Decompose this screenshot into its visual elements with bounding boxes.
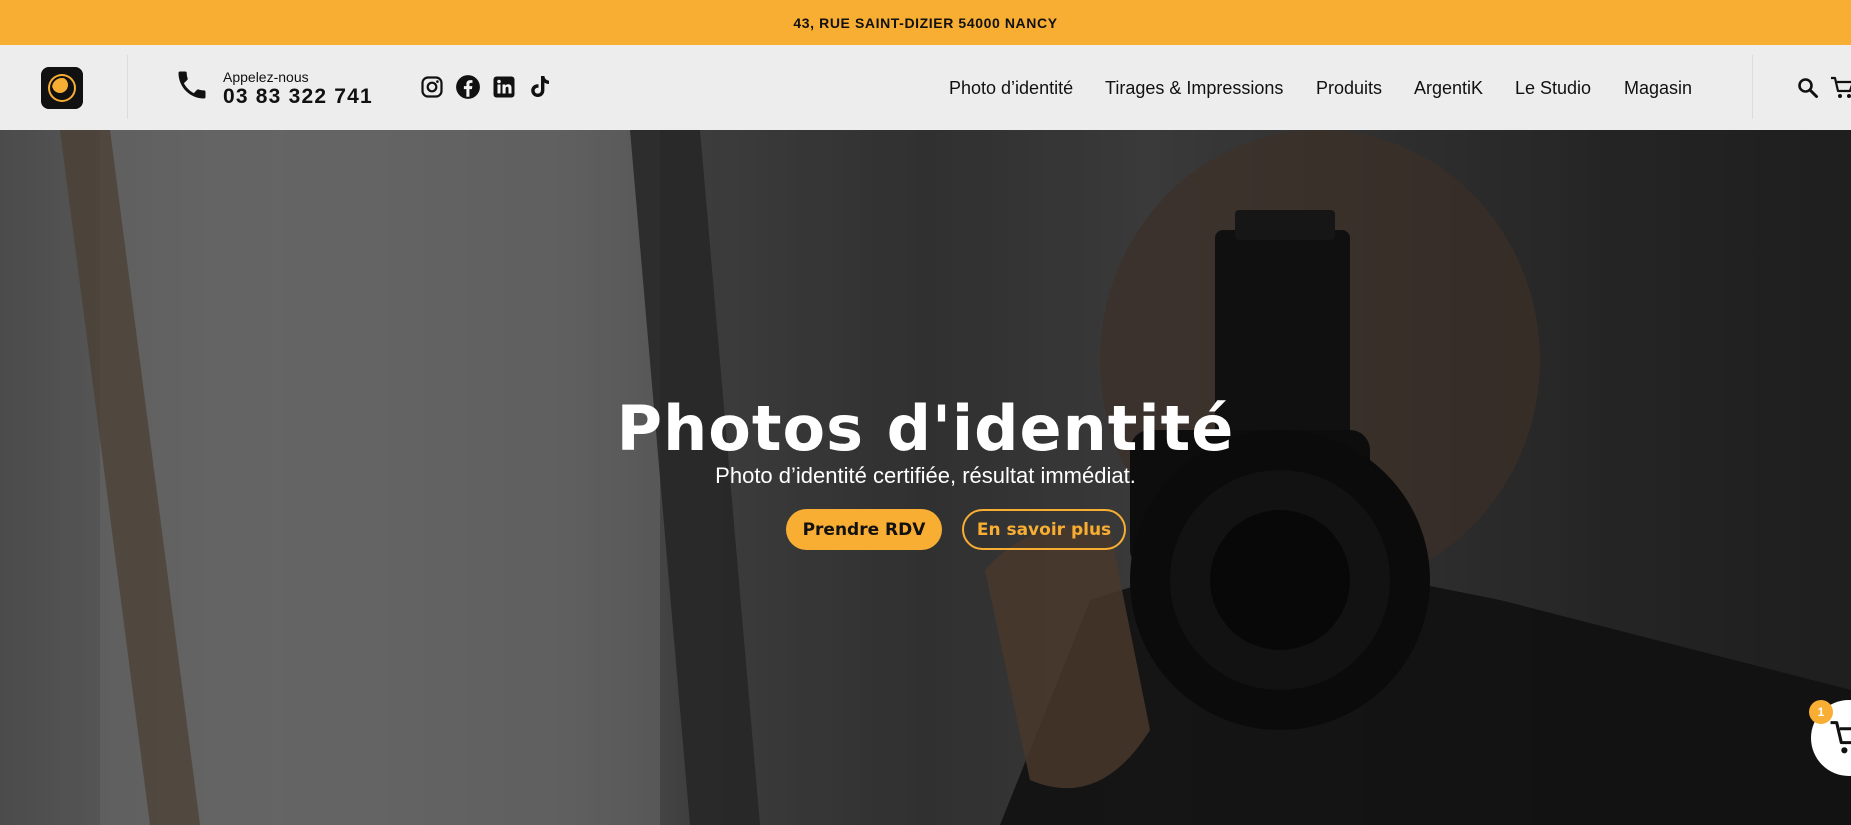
search-icon[interactable] bbox=[1796, 76, 1820, 100]
floating-cart-icon bbox=[1830, 721, 1851, 754]
nav-item-photo-identite[interactable]: Photo d’identité bbox=[949, 78, 1073, 99]
address-text: 43, RUE SAINT-DIZIER 54000 NANCY bbox=[793, 14, 1058, 31]
camera-eye-logo-icon bbox=[41, 67, 83, 109]
facebook-icon[interactable] bbox=[455, 74, 481, 100]
hero-section: Photos d'identité Photo d’identité certi… bbox=[0, 130, 1851, 825]
nav-item-tirages-impressions[interactable]: Tirages & Impressions bbox=[1105, 78, 1283, 99]
header-divider-right bbox=[1752, 55, 1753, 119]
nav-item-produits[interactable]: Produits bbox=[1316, 78, 1382, 99]
hero-subtitle: Photo d’identité certifiée, résultat imm… bbox=[715, 463, 1136, 488]
linkedin-icon[interactable] bbox=[491, 74, 517, 100]
hero-title: Photos d'identité bbox=[616, 392, 1235, 465]
instagram-icon[interactable] bbox=[419, 74, 445, 100]
nav-item-magasin[interactable]: Magasin bbox=[1624, 78, 1692, 99]
site-header: Appelez-nous 03 83 322 741 Photo d’ident… bbox=[0, 45, 1851, 130]
cart-icon[interactable] bbox=[1830, 75, 1851, 101]
phone-number-link[interactable]: 03 83 322 741 bbox=[223, 85, 373, 109]
logo[interactable] bbox=[41, 67, 83, 109]
en-savoir-plus-button[interactable]: En savoir plus bbox=[962, 509, 1126, 550]
phone-icon[interactable] bbox=[174, 67, 210, 103]
nav-item-le-studio[interactable]: Le Studio bbox=[1515, 78, 1591, 99]
nav-item-argentik[interactable]: ArgentiK bbox=[1414, 78, 1483, 99]
cart-count-badge: 1 bbox=[1809, 700, 1833, 724]
tiktok-icon[interactable] bbox=[527, 74, 553, 100]
prendre-rdv-button[interactable]: Prendre RDV bbox=[786, 509, 942, 550]
address-bar: 43, RUE SAINT-DIZIER 54000 NANCY bbox=[0, 0, 1851, 45]
header-divider-left bbox=[127, 55, 128, 119]
call-label: Appelez-nous bbox=[223, 69, 309, 85]
